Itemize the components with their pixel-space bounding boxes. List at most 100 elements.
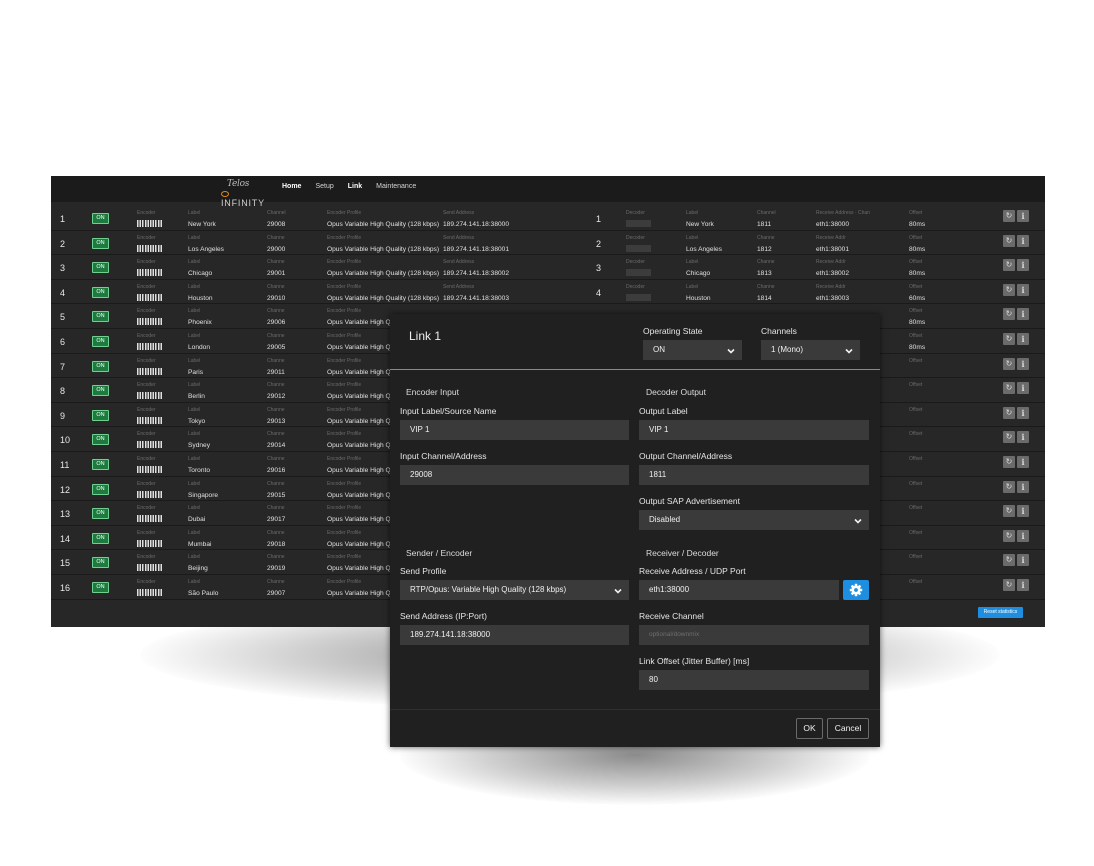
- encoder-level-meter: [137, 515, 162, 523]
- encoder-on-toggle[interactable]: ON: [92, 483, 109, 495]
- encoder-col-label: Encoder: [137, 308, 156, 315]
- restart-icon[interactable]: ↻: [1003, 308, 1015, 321]
- send-address-col-label: Send Address: [443, 210, 475, 216]
- chevron-down-icon: [854, 518, 862, 524]
- restart-icon[interactable]: ↻: [1003, 480, 1015, 493]
- restart-icon[interactable]: ↻: [1003, 234, 1015, 247]
- info-icon[interactable]: i: [1017, 234, 1029, 247]
- cancel-button[interactable]: Cancel: [827, 718, 869, 739]
- restart-icon[interactable]: ↻: [1003, 210, 1015, 222]
- send-address: 189.274.141.18:38001: [443, 245, 510, 253]
- telos-infinity-logo[interactable]: Telos INFINITY: [221, 179, 271, 208]
- encoder-on-toggle[interactable]: ON: [92, 385, 109, 397]
- encoder-on-toggle[interactable]: ON: [92, 286, 109, 298]
- nav-maintenance[interactable]: Maintenance: [376, 183, 416, 190]
- channels-select[interactable]: 1 (Mono): [761, 340, 860, 360]
- top-navbar: Telos INFINITY Home Setup Link Maintenan…: [51, 176, 1045, 208]
- encoder-on-toggle[interactable]: ON: [92, 409, 109, 421]
- restart-icon[interactable]: ↻: [1003, 554, 1015, 567]
- restart-icon[interactable]: ↻: [1003, 382, 1015, 395]
- sap-advertisement-select[interactable]: Disabled: [639, 510, 869, 530]
- link-offset-field[interactable]: 80: [639, 670, 869, 690]
- encoder-on-toggle[interactable]: ON: [92, 532, 109, 544]
- encoder-on-toggle[interactable]: ON: [92, 557, 109, 569]
- offset-col-label: Offset: [909, 406, 923, 413]
- info-icon[interactable]: i: [1017, 529, 1029, 542]
- table-row[interactable]: 2 ON Encoder Label Los Angeles Channe 29000 Enc…: [51, 231, 1045, 256]
- encoder-channel: 29012: [267, 393, 286, 401]
- encoder-on-toggle[interactable]: ON: [92, 581, 109, 593]
- restart-icon[interactable]: ↻: [1003, 406, 1015, 419]
- restart-icon[interactable]: ↻: [1003, 357, 1015, 370]
- ok-button[interactable]: OK: [796, 718, 823, 739]
- encoder-col-label: Encoder: [137, 406, 156, 413]
- input-label-field[interactable]: VIP 1: [400, 420, 629, 440]
- input-channel-field[interactable]: 29008: [400, 465, 629, 485]
- restart-icon[interactable]: ↻: [1003, 332, 1015, 345]
- output-channel-field[interactable]: 1811: [639, 465, 869, 485]
- encoder-on-toggle[interactable]: ON: [92, 360, 109, 372]
- output-label-field[interactable]: VIP 1: [639, 420, 869, 440]
- channel-col-label: Channe: [267, 505, 285, 512]
- info-icon[interactable]: i: [1017, 480, 1029, 493]
- decoder-channel-col-label: Channe: [757, 234, 775, 241]
- reset-statistics-button[interactable]: Reset statistics: [978, 607, 1023, 618]
- encoder-profile: Opus Variable High Q: [327, 343, 391, 351]
- channel-col-label: Channe: [267, 283, 285, 290]
- encoder-label: Houston: [188, 294, 213, 302]
- info-icon[interactable]: i: [1017, 332, 1029, 345]
- decoder-row-number: 1: [596, 214, 602, 224]
- send-profile-select[interactable]: RTP/Opus: Variable High Quality (128 kbp…: [400, 580, 629, 600]
- info-icon[interactable]: i: [1017, 259, 1029, 272]
- offset-value: 80ms: [909, 343, 926, 351]
- restart-icon[interactable]: ↻: [1003, 283, 1015, 296]
- info-icon[interactable]: i: [1017, 578, 1029, 591]
- encoder-level-meter: [137, 465, 162, 473]
- row-number: 6: [60, 336, 66, 347]
- info-icon[interactable]: i: [1017, 210, 1029, 222]
- receive-address: eth1:38000: [816, 221, 850, 228]
- info-icon[interactable]: i: [1017, 283, 1029, 296]
- decoder-channel-col-label: Channe: [757, 259, 775, 266]
- restart-icon[interactable]: ↻: [1003, 431, 1015, 444]
- info-icon[interactable]: i: [1017, 406, 1029, 419]
- encoder-on-toggle[interactable]: ON: [92, 458, 109, 470]
- info-icon[interactable]: i: [1017, 554, 1029, 567]
- operating-state-select[interactable]: ON: [643, 340, 742, 360]
- restart-icon[interactable]: ↻: [1003, 529, 1015, 542]
- info-icon[interactable]: i: [1017, 505, 1029, 518]
- encoder-on-toggle[interactable]: ON: [92, 434, 109, 446]
- info-icon[interactable]: i: [1017, 382, 1029, 395]
- table-row[interactable]: 1 ON Encoder Label New York Channel 29008 Encod…: [51, 206, 1045, 231]
- encoder-on-toggle[interactable]: ON: [92, 213, 109, 224]
- nav-home[interactable]: Home: [282, 183, 301, 190]
- encoder-on-toggle[interactable]: ON: [92, 262, 109, 274]
- encoder-profile: Opus Variable High Q: [327, 466, 391, 474]
- restart-icon[interactable]: ↻: [1003, 578, 1015, 591]
- encoder-channel: 29015: [267, 491, 286, 499]
- info-icon[interactable]: i: [1017, 308, 1029, 321]
- table-row[interactable]: 3 ON Encoder Label Chicago Channe 29001 Encoder…: [51, 255, 1045, 280]
- encoder-on-toggle[interactable]: ON: [92, 311, 109, 323]
- output-label-label: Output Label: [639, 406, 688, 416]
- info-icon[interactable]: i: [1017, 357, 1029, 370]
- info-icon[interactable]: i: [1017, 431, 1029, 444]
- encoder-on-toggle[interactable]: ON: [92, 508, 109, 520]
- receive-channel-field[interactable]: optional/downmix: [639, 625, 869, 645]
- restart-icon[interactable]: ↻: [1003, 259, 1015, 272]
- encoder-profile: Opus Variable High Q: [327, 393, 391, 401]
- encoder-on-toggle[interactable]: ON: [92, 237, 109, 249]
- send-address-field[interactable]: 189.274.141.18:38000: [400, 625, 629, 645]
- encoder-profile: Opus Variable High Quality (128 kbps): [327, 294, 440, 302]
- receive-address-field[interactable]: eth1:38000: [639, 580, 839, 600]
- encoder-col-label: Encoder: [137, 382, 156, 389]
- table-row[interactable]: 4 ON Encoder Label Houston Channe 29010 Encoder…: [51, 280, 1045, 305]
- restart-icon[interactable]: ↻: [1003, 505, 1015, 518]
- restart-icon[interactable]: ↻: [1003, 455, 1015, 468]
- nav-link[interactable]: Link: [348, 183, 362, 190]
- header-divider: [390, 369, 880, 370]
- receive-address-settings-button[interactable]: [843, 580, 869, 600]
- info-icon[interactable]: i: [1017, 455, 1029, 468]
- nav-setup[interactable]: Setup: [315, 183, 333, 190]
- encoder-on-toggle[interactable]: ON: [92, 335, 109, 347]
